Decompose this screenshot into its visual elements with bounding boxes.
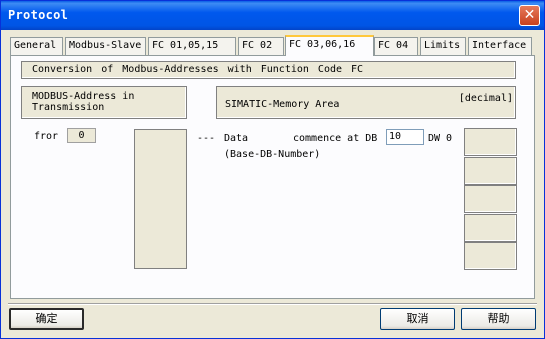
memory-area-field — [464, 214, 517, 242]
from-value-field: 0 — [67, 128, 96, 143]
memory-area-field — [464, 185, 517, 213]
tab-modbus-slave[interactable]: Modbus-Slave — [65, 37, 146, 55]
base-db-number-label: (Base-DB-Number) — [224, 149, 321, 160]
simatic-memory-header: SIMATIC-Memory Area [decimal] — [216, 86, 516, 119]
tab-fc-03-06-16[interactable]: FC 03,06,16 — [285, 35, 374, 56]
tab-fc-02[interactable]: FC 02 — [238, 37, 284, 55]
tab-interface[interactable]: Interface — [468, 37, 532, 55]
tab-general[interactable]: General — [10, 37, 63, 55]
memory-area-field — [464, 157, 517, 185]
dw-label: DW 0 — [428, 133, 453, 144]
range-dashes: --- — [197, 133, 216, 144]
decimal-label: [decimal] — [458, 93, 513, 104]
from-label: fror — [34, 131, 59, 142]
close-icon: ✕ — [523, 7, 536, 23]
data-label: Data — [224, 133, 249, 144]
modbus-address-label-line2: Transmission — [32, 102, 105, 113]
memory-area-field — [464, 128, 517, 156]
cancel-button[interactable]: 取消 — [380, 308, 455, 330]
title-bar: Protocol ✕ — [1, 1, 544, 30]
tab-limits[interactable]: Limits — [420, 37, 466, 55]
close-button[interactable]: ✕ — [519, 5, 540, 26]
tab-fc-04[interactable]: FC 04 — [374, 37, 418, 55]
button-separator — [8, 303, 537, 305]
conversion-header: Conversion of Modbus-Addresses with Func… — [21, 61, 516, 79]
ok-button[interactable]: 确定 — [9, 308, 84, 330]
modbus-address-header: MODBUS-Address in Transmission — [21, 86, 187, 119]
simatic-memory-label: SIMATIC-Memory Area — [225, 99, 340, 110]
help-button[interactable]: 帮助 — [461, 308, 536, 330]
tab-fc-01-05-15[interactable]: FC 01,05,15 — [148, 37, 236, 55]
memory-area-field — [464, 242, 517, 270]
tab-panel-fc-03-06-16: Conversion of Modbus-Addresses with Func… — [10, 55, 535, 299]
window-title: Protocol — [8, 8, 69, 22]
modbus-address-list[interactable] — [134, 129, 187, 269]
db-number-input[interactable]: 10 — [386, 129, 424, 145]
commence-at-db-label: commence at DB — [293, 133, 378, 144]
modbus-address-label-line1: MODBUS-Address in — [32, 91, 135, 102]
